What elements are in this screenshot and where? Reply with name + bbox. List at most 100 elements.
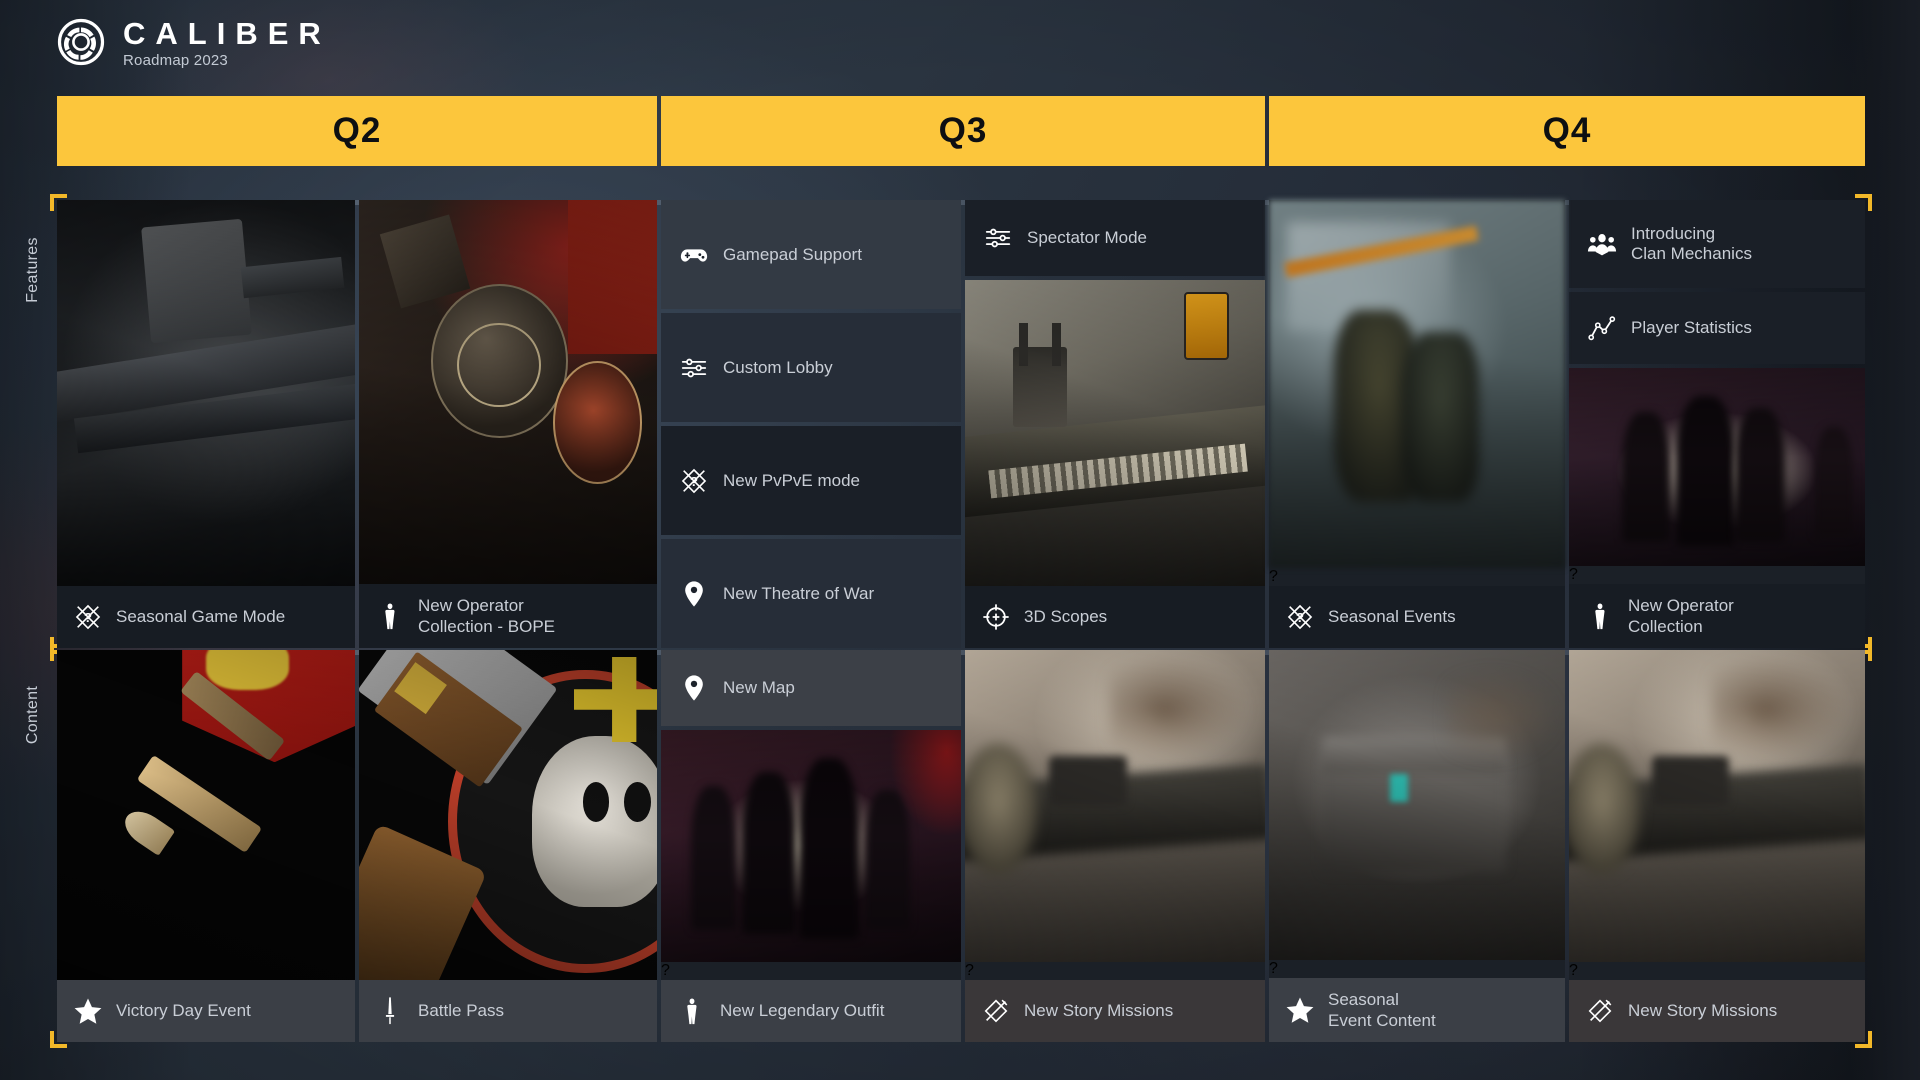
media-crate-blur bbox=[1269, 650, 1565, 960]
features-q3-left-stack: Gamepad Support Custom Lobby New PvPvE m… bbox=[661, 200, 961, 648]
media-sniper-blur bbox=[965, 650, 1265, 962]
aperture-logo-icon bbox=[57, 18, 105, 66]
content-caption: New Story Missions bbox=[965, 980, 1265, 1042]
feature-chip-new-pvpve-mode[interactable]: New PvPvE mode bbox=[661, 426, 961, 535]
feature-chip-new-theatre-of-war[interactable]: New Theatre of War bbox=[661, 539, 961, 648]
feature-chip-spectator-mode[interactable]: Spectator Mode bbox=[965, 200, 1265, 276]
diamond-question-swords-icon bbox=[679, 466, 709, 496]
feature-card-seasonal-game-mode[interactable]: Seasonal Game Mode bbox=[57, 200, 355, 648]
content-caption: New Story Missions bbox=[1569, 980, 1865, 1042]
diamond-question-swords-icon bbox=[1285, 602, 1315, 632]
feature-card-seasonal-events[interactable]: ? Seasonal Events bbox=[1269, 200, 1565, 648]
feature-chip-clan-mechanics[interactable]: Introducing Clan Mechanics bbox=[1569, 200, 1865, 288]
gamepad-icon bbox=[679, 240, 709, 270]
features-column-q3: Gamepad Support Custom Lobby New PvPvE m… bbox=[661, 200, 1265, 648]
map-pin-icon bbox=[679, 579, 709, 609]
feature-chip-player-statistics[interactable]: Player Statistics bbox=[1569, 292, 1865, 364]
line-chart-icon bbox=[1587, 313, 1617, 343]
media-machine-gun bbox=[57, 200, 355, 586]
feature-label: New PvPvE mode bbox=[723, 470, 860, 490]
content-grid: Victory Day Event Battle Pass New Map ? … bbox=[57, 650, 1865, 1042]
features-grid: Seasonal Game Mode New Operator Collecti… bbox=[57, 200, 1865, 648]
media-bope-patch bbox=[359, 200, 657, 584]
diamond-swords-icon bbox=[981, 996, 1011, 1026]
hidden-content-marker: ? bbox=[1269, 959, 1278, 977]
content-label: New Legendary Outfit bbox=[720, 1001, 885, 1021]
rail-label-features: Features bbox=[20, 205, 46, 335]
feature-chip-custom-lobby[interactable]: Custom Lobby bbox=[661, 313, 961, 422]
features-q3-right-stack: Spectator Mode 3D Scopes bbox=[965, 200, 1265, 648]
content-chip-new-map[interactable]: New Map bbox=[661, 650, 961, 726]
content-column-q2: Victory Day Event Battle Pass bbox=[57, 650, 657, 1042]
feature-label: Introducing Clan Mechanics bbox=[1631, 224, 1752, 263]
quarter-header-q2[interactable]: Q2 bbox=[57, 96, 657, 166]
content-label: New Story Missions bbox=[1628, 1001, 1778, 1021]
quarter-header-bar: Q2 Q3 Q4 bbox=[57, 96, 1865, 166]
feature-label: Seasonal Game Mode bbox=[116, 607, 286, 627]
content-card-new-story-missions-q3[interactable]: ? New Story Missions bbox=[965, 650, 1265, 1042]
feature-card-new-operator-collection[interactable]: ? New Operator Collection bbox=[1569, 368, 1865, 648]
content-caption: Battle Pass bbox=[359, 980, 657, 1042]
feature-card-3d-scopes[interactable]: 3D Scopes bbox=[965, 280, 1265, 648]
clan-group-icon bbox=[1587, 229, 1617, 259]
sliders-icon bbox=[983, 223, 1013, 253]
map-pin-icon bbox=[679, 673, 709, 703]
quarter-header-q4[interactable]: Q4 bbox=[1269, 96, 1865, 166]
content-label: Seasonal Event Content bbox=[1328, 989, 1436, 1030]
feature-label: Gamepad Support bbox=[723, 244, 862, 264]
brand-subtitle: Roadmap 2023 bbox=[123, 51, 228, 69]
content-label: Victory Day Event bbox=[116, 1001, 251, 1021]
star-icon bbox=[1285, 995, 1315, 1025]
media-sniper-blur bbox=[1569, 650, 1865, 962]
media-squad-silhouette-blur bbox=[661, 730, 961, 962]
content-q3-left-stack: New Map ? New Legendary Outfit bbox=[661, 650, 961, 1042]
content-caption: Seasonal Event Content bbox=[1269, 977, 1565, 1042]
crosshair-icon bbox=[981, 602, 1011, 632]
feature-caption: 3D Scopes bbox=[965, 586, 1265, 648]
media-scope-rail bbox=[965, 280, 1265, 586]
feature-label: Spectator Mode bbox=[1027, 228, 1148, 247]
hidden-content-marker: ? bbox=[1569, 565, 1578, 583]
feature-label: Player Statistics bbox=[1631, 318, 1752, 337]
hidden-content-marker: ? bbox=[1269, 568, 1278, 585]
features-column-q4: ? Seasonal Events Introducing Clan Mecha… bbox=[1269, 200, 1865, 648]
content-card-seasonal-event-content[interactable]: ? Seasonal Event Content bbox=[1269, 650, 1565, 1042]
content-card-new-legendary-outfit[interactable]: ? New Legendary Outfit bbox=[661, 730, 961, 1042]
operator-silhouette-icon bbox=[1585, 601, 1615, 631]
content-card-victory-day-event[interactable]: Victory Day Event bbox=[57, 650, 355, 1042]
content-caption: Victory Day Event bbox=[57, 980, 355, 1042]
media-soldiers-blur bbox=[1269, 200, 1565, 568]
feature-label: New Operator Collection - BOPE bbox=[418, 595, 555, 636]
feature-caption: New Operator Collection - BOPE bbox=[359, 583, 657, 648]
diamond-swords-icon bbox=[1585, 996, 1615, 1026]
content-label: New Map bbox=[723, 678, 795, 697]
feature-caption: Seasonal Game Mode bbox=[57, 586, 355, 648]
features-column-q2: Seasonal Game Mode New Operator Collecti… bbox=[57, 200, 657, 648]
feature-card-new-operator-bope[interactable]: New Operator Collection - BOPE bbox=[359, 200, 657, 648]
rail-features-text: Features bbox=[24, 237, 42, 303]
brand-header: CALIBER Roadmap 2023 bbox=[57, 16, 331, 69]
media-victory-banner bbox=[57, 650, 355, 980]
content-card-new-story-missions-q4[interactable]: ? New Story Missions bbox=[1569, 650, 1865, 1042]
feature-label: New Operator Collection bbox=[1628, 595, 1734, 636]
content-column-q3: New Map ? New Legendary Outfit ? New Sto… bbox=[661, 650, 1265, 1042]
feature-label: 3D Scopes bbox=[1024, 607, 1108, 627]
hidden-content-marker: ? bbox=[1569, 962, 1578, 979]
feature-label: Custom Lobby bbox=[723, 357, 833, 377]
features-q4-right-stack: Introducing Clan Mechanics Player Statis… bbox=[1569, 200, 1865, 648]
star-icon bbox=[73, 996, 103, 1026]
quarter-header-q3[interactable]: Q3 bbox=[661, 96, 1265, 166]
feature-caption: New Operator Collection bbox=[1569, 583, 1865, 648]
media-skull-patch bbox=[359, 650, 657, 980]
content-card-battle-pass[interactable]: Battle Pass bbox=[359, 650, 657, 1042]
feature-caption: Seasonal Events bbox=[1269, 586, 1565, 648]
rail-content-text: Content bbox=[24, 685, 42, 745]
operator-silhouette-icon bbox=[375, 601, 405, 631]
feature-chip-gamepad-support[interactable]: Gamepad Support bbox=[661, 200, 961, 309]
sliders-icon bbox=[679, 353, 709, 383]
brand-name: CALIBER bbox=[123, 16, 331, 51]
feature-label: New Theatre of War bbox=[723, 583, 875, 603]
content-label: Battle Pass bbox=[418, 1001, 504, 1021]
operator-silhouette-icon bbox=[677, 996, 707, 1026]
feature-label: Seasonal Events bbox=[1328, 607, 1456, 627]
